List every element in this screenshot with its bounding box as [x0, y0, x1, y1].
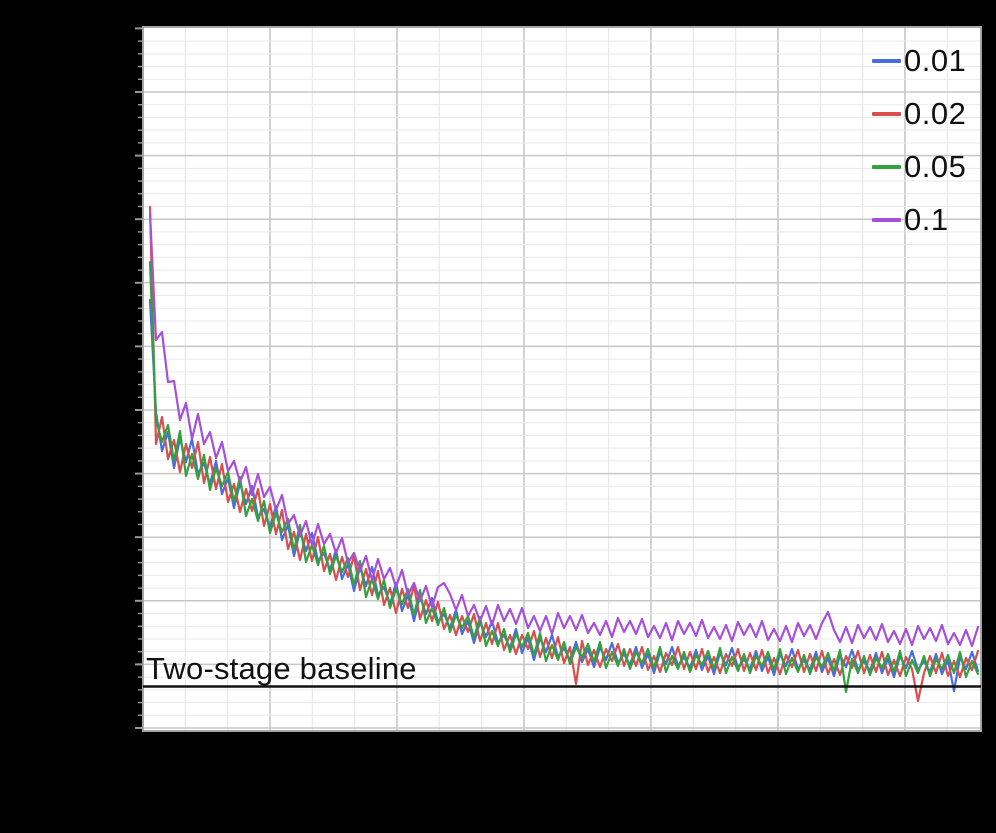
legend-entry-0.01: 0.01 [872, 34, 966, 87]
legend-line-swatch [872, 164, 901, 169]
baseline-annotation-label: Two-stage baseline [146, 651, 417, 686]
legend-entry-0.05: 0.05 [872, 140, 966, 193]
legend-label: 0.01 [904, 43, 967, 78]
chart-canvas [0, 0, 996, 833]
legend-line-swatch [872, 58, 901, 63]
legend: 0.01 0.02 0.05 0.1 [872, 34, 966, 246]
legend-label: 0.02 [904, 96, 967, 131]
loss-curves-figure: 0.01 0.02 0.05 0.1 Two-stage baseline [0, 0, 996, 833]
legend-line-swatch [872, 111, 901, 116]
legend-line-swatch [872, 217, 901, 222]
legend-label: 0.05 [904, 149, 967, 184]
legend-entry-0.02: 0.02 [872, 87, 966, 140]
legend-entry-0.1: 0.1 [872, 193, 966, 246]
legend-label: 0.1 [904, 202, 949, 237]
